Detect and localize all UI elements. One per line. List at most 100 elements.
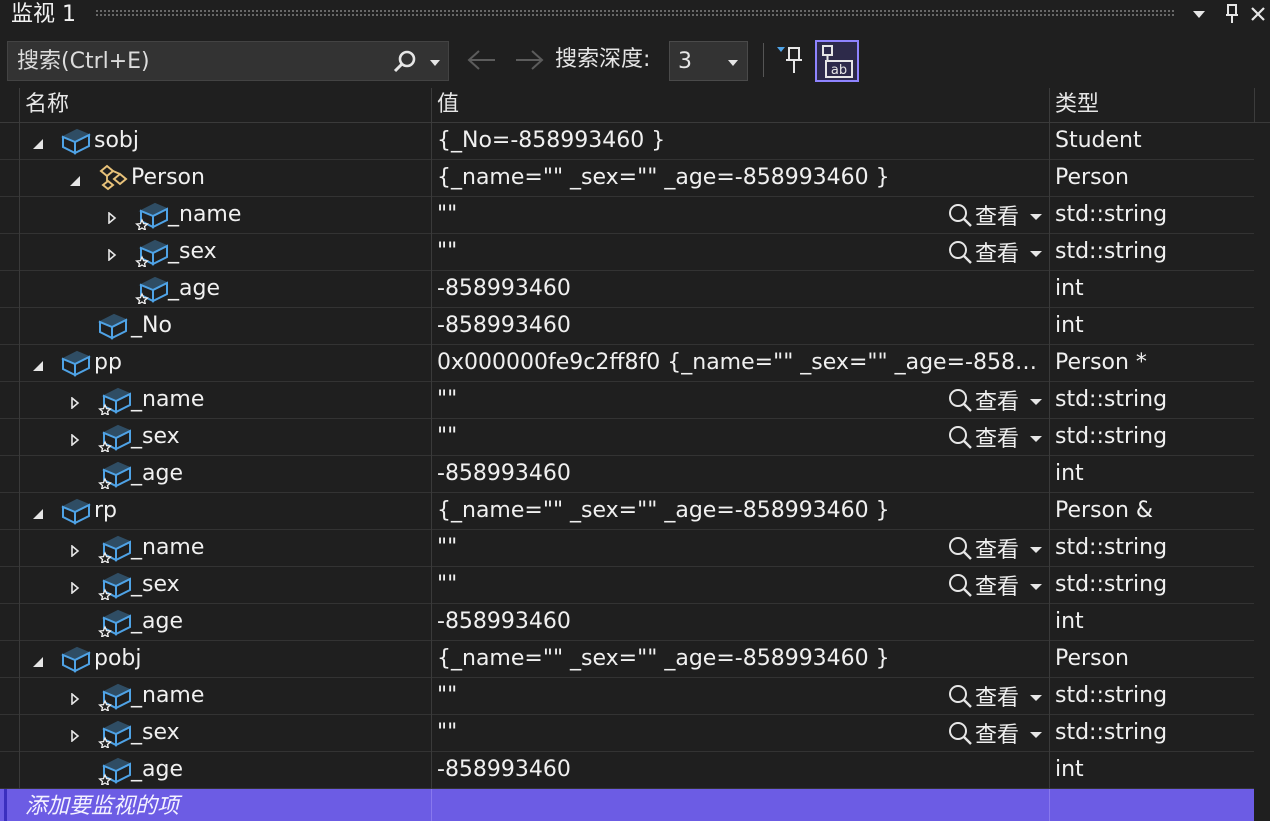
value-cell[interactable]: -858993460 (431, 308, 1049, 344)
expand-arrow-icon[interactable] (69, 394, 81, 410)
value-cell[interactable]: "" 查看 (431, 530, 1049, 566)
column-header-name[interactable]: 名称 (25, 90, 69, 120)
column-resize-handle[interactable] (1049, 88, 1050, 123)
watch-row-age[interactable]: _age -858993460 int (0, 271, 1270, 308)
column-header-value[interactable]: 值 (437, 90, 459, 120)
text-visualizer-button[interactable]: 查看 (947, 238, 1043, 267)
name-cell[interactable]: rp (20, 493, 431, 529)
drag-grip[interactable] (95, 9, 1174, 18)
search-depth-select[interactable]: 3 (669, 41, 748, 81)
text-visualizer-button[interactable]: 查看 (947, 386, 1043, 415)
expand-arrow-icon[interactable] (69, 727, 81, 743)
collapse-arrow-icon[interactable] (32, 135, 44, 149)
watch-row-pobj[interactable]: pobj {_name="" _sex="" _age=-858993460 }… (0, 641, 1270, 678)
text-visualizer-button[interactable]: 查看 (947, 423, 1043, 452)
value-cell[interactable]: {_name="" _sex="" _age=-858993460 } (431, 641, 1049, 677)
add-watch-label[interactable]: 添加要监视的项 (25, 793, 179, 821)
hexadecimal-display-toggle[interactable]: ab (815, 40, 859, 82)
text-visualizer-button[interactable]: 查看 (947, 534, 1043, 563)
chevron-down-icon[interactable] (1029, 684, 1043, 709)
pin-source-button[interactable] (775, 43, 809, 77)
value-cell[interactable]: 0x000000fe9c2ff8f0 {_name="" _sex="" _ag… (431, 345, 1049, 381)
name-cell[interactable]: _age (20, 752, 431, 788)
value-cell[interactable]: "" 查看 (431, 715, 1049, 751)
column-header-type[interactable]: 类型 (1055, 90, 1099, 120)
expand-arrow-icon[interactable] (69, 690, 81, 706)
expand-arrow-icon[interactable] (69, 542, 81, 558)
name-cell[interactable]: _name (20, 678, 431, 714)
chevron-down-icon[interactable] (1029, 721, 1043, 746)
watch-row-age[interactable]: _age -858993460 int (0, 752, 1270, 789)
text-visualizer-button[interactable]: 查看 (947, 201, 1043, 230)
name-cell[interactable]: _name (20, 530, 431, 566)
name-cell[interactable]: _age (20, 271, 431, 307)
value-cell[interactable]: "" 查看 (431, 678, 1049, 714)
name-cell[interactable]: pp (20, 345, 431, 381)
chevron-down-icon[interactable] (1029, 536, 1043, 561)
collapse-arrow-icon[interactable] (69, 172, 81, 186)
value-cell[interactable]: {_name="" _sex="" _age=-858993460 } (431, 493, 1049, 529)
watch-row-No[interactable]: _No -858993460 int (0, 308, 1270, 345)
search-input[interactable]: 搜索(Ctrl+E) (7, 41, 449, 81)
name-cell[interactable]: _age (20, 456, 431, 492)
watch-row-sex[interactable]: _sex "" 查看 std::string (0, 419, 1270, 456)
watch-row-name[interactable]: _name "" 查看 std::string (0, 197, 1270, 234)
watch-row-sex[interactable]: _sex "" 查看 std::string (0, 567, 1270, 604)
vertical-scrollbar[interactable] (1254, 123, 1270, 821)
chevron-down-icon[interactable] (1029, 425, 1043, 450)
search-icon[interactable] (391, 48, 419, 76)
collapse-arrow-icon[interactable] (32, 505, 44, 519)
name-cell[interactable]: _sex (20, 567, 431, 603)
value-cell[interactable]: "" 查看 (431, 234, 1049, 270)
value-cell[interactable]: "" 查看 (431, 382, 1049, 418)
name-cell[interactable]: _name (20, 382, 431, 418)
text-visualizer-button[interactable]: 查看 (947, 719, 1043, 748)
watch-row-name[interactable]: _name "" 查看 std::string (0, 678, 1270, 715)
value-cell[interactable]: "" 查看 (431, 567, 1049, 603)
value-cell[interactable]: -858993460 (431, 456, 1049, 492)
window-options-button[interactable] (1187, 2, 1211, 26)
watch-row-name[interactable]: _name "" 查看 std::string (0, 530, 1270, 567)
chevron-down-icon[interactable] (1029, 240, 1043, 265)
text-visualizer-button[interactable]: 查看 (947, 682, 1043, 711)
watch-row-age[interactable]: _age -858993460 int (0, 456, 1270, 493)
watch-row-sex[interactable]: _sex "" 查看 std::string (0, 715, 1270, 752)
expand-arrow-icon[interactable] (69, 431, 81, 447)
watch-row-age[interactable]: _age -858993460 int (0, 604, 1270, 641)
value-cell[interactable]: -858993460 (431, 752, 1049, 788)
watch-row-rp[interactable]: rp {_name="" _sex="" _age=-858993460 } P… (0, 493, 1270, 530)
watch-row-pp[interactable]: pp 0x000000fe9c2ff8f0 {_name="" _sex="" … (0, 345, 1270, 382)
expand-arrow-icon[interactable] (106, 246, 118, 262)
name-cell[interactable]: sobj (20, 123, 431, 159)
name-cell[interactable]: pobj (20, 641, 431, 677)
text-visualizer-button[interactable]: 查看 (947, 571, 1043, 600)
add-watch-row[interactable]: 添加要监视的项 (0, 789, 1254, 821)
search-next-arrow-icon[interactable] (513, 48, 545, 72)
name-cell[interactable]: _sex (20, 234, 431, 270)
name-cell[interactable]: _age (20, 604, 431, 640)
value-cell[interactable]: -858993460 (431, 604, 1049, 640)
chevron-down-icon[interactable] (1029, 573, 1043, 598)
name-cell[interactable]: Person (20, 160, 431, 196)
value-cell[interactable]: -858993460 (431, 271, 1049, 307)
watch-row-Person[interactable]: Person {_name="" _sex="" _age=-858993460… (0, 160, 1270, 197)
chevron-down-icon[interactable] (1029, 203, 1043, 228)
name-cell[interactable]: _No (20, 308, 431, 344)
name-cell[interactable]: _sex (20, 715, 431, 751)
value-cell[interactable]: "" 查看 (431, 197, 1049, 233)
value-cell[interactable]: {_No=-858993460 } (431, 123, 1049, 159)
chevron-down-icon[interactable] (1029, 388, 1043, 413)
value-cell[interactable]: {_name="" _sex="" _age=-858993460 } (431, 160, 1049, 196)
search-previous-arrow-icon[interactable] (466, 48, 498, 72)
search-options-dropdown-icon[interactable] (429, 59, 441, 67)
value-cell[interactable]: "" 查看 (431, 419, 1049, 455)
name-cell[interactable]: _name (20, 197, 431, 233)
collapse-arrow-icon[interactable] (32, 653, 44, 667)
expand-arrow-icon[interactable] (106, 209, 118, 225)
watch-row-sobj[interactable]: sobj {_No=-858993460 } Student (0, 123, 1270, 160)
collapse-arrow-icon[interactable] (32, 357, 44, 371)
column-resize-handle[interactable] (431, 88, 432, 123)
watch-row-sex[interactable]: _sex "" 查看 std::string (0, 234, 1270, 271)
pin-window-button[interactable] (1220, 2, 1244, 26)
name-cell[interactable]: _sex (20, 419, 431, 455)
